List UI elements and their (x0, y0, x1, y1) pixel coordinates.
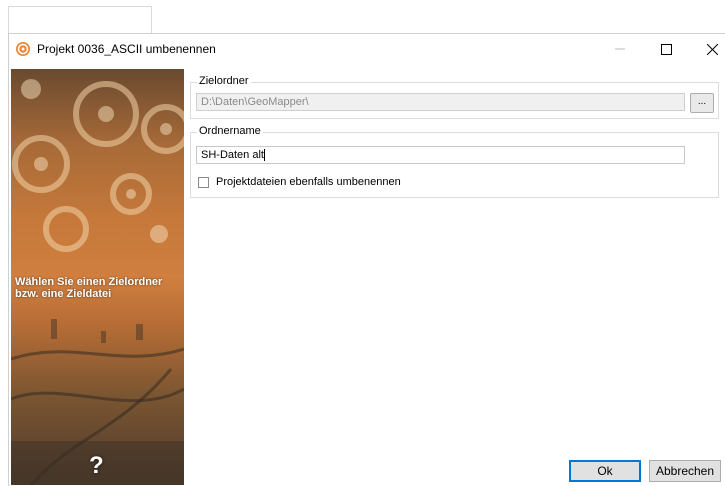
maximize-button[interactable] (643, 34, 689, 64)
folder-name-legend: Ordnername (197, 125, 263, 137)
target-folder-input: D:\Daten\GeoMapper\ (196, 93, 685, 111)
browse-button[interactable]: ... (690, 93, 714, 113)
rename-dialog: Projekt 0036_ASCII umbenennen Wählen Sie… (8, 33, 725, 486)
maximize-icon (660, 43, 672, 55)
ok-button[interactable]: Ok (569, 460, 641, 482)
target-folder-legend: Zielordner (197, 75, 251, 87)
folder-name-value: SH-Daten alt (201, 149, 264, 161)
background-tab (8, 6, 152, 35)
rename-files-option[interactable]: Projektdateien ebenfalls umbenennen (198, 176, 401, 188)
rename-files-checkbox[interactable] (198, 176, 209, 188)
cancel-button[interactable]: Abbrechen (649, 460, 721, 482)
minimize-icon (615, 48, 625, 50)
side-caption: Wählen Sie einen Zielordner bzw. eine Zi… (15, 276, 163, 300)
minimize-button[interactable] (597, 34, 643, 64)
window-title: Projekt 0036_ASCII umbenennen (37, 42, 216, 56)
side-banner-image: Wählen Sie einen Zielordner bzw. eine Zi… (11, 69, 184, 485)
app-icon (15, 41, 31, 57)
folder-name-input[interactable]: SH-Daten alt (196, 146, 685, 164)
close-button[interactable] (689, 34, 725, 64)
title-bar: Projekt 0036_ASCII umbenennen (9, 34, 725, 64)
rename-files-label: Projektdateien ebenfalls umbenennen (216, 176, 401, 188)
text-cursor (263, 149, 265, 162)
folder-name-group: Ordnername (190, 125, 719, 198)
close-icon (706, 43, 718, 55)
help-icon[interactable]: ? (89, 452, 104, 480)
